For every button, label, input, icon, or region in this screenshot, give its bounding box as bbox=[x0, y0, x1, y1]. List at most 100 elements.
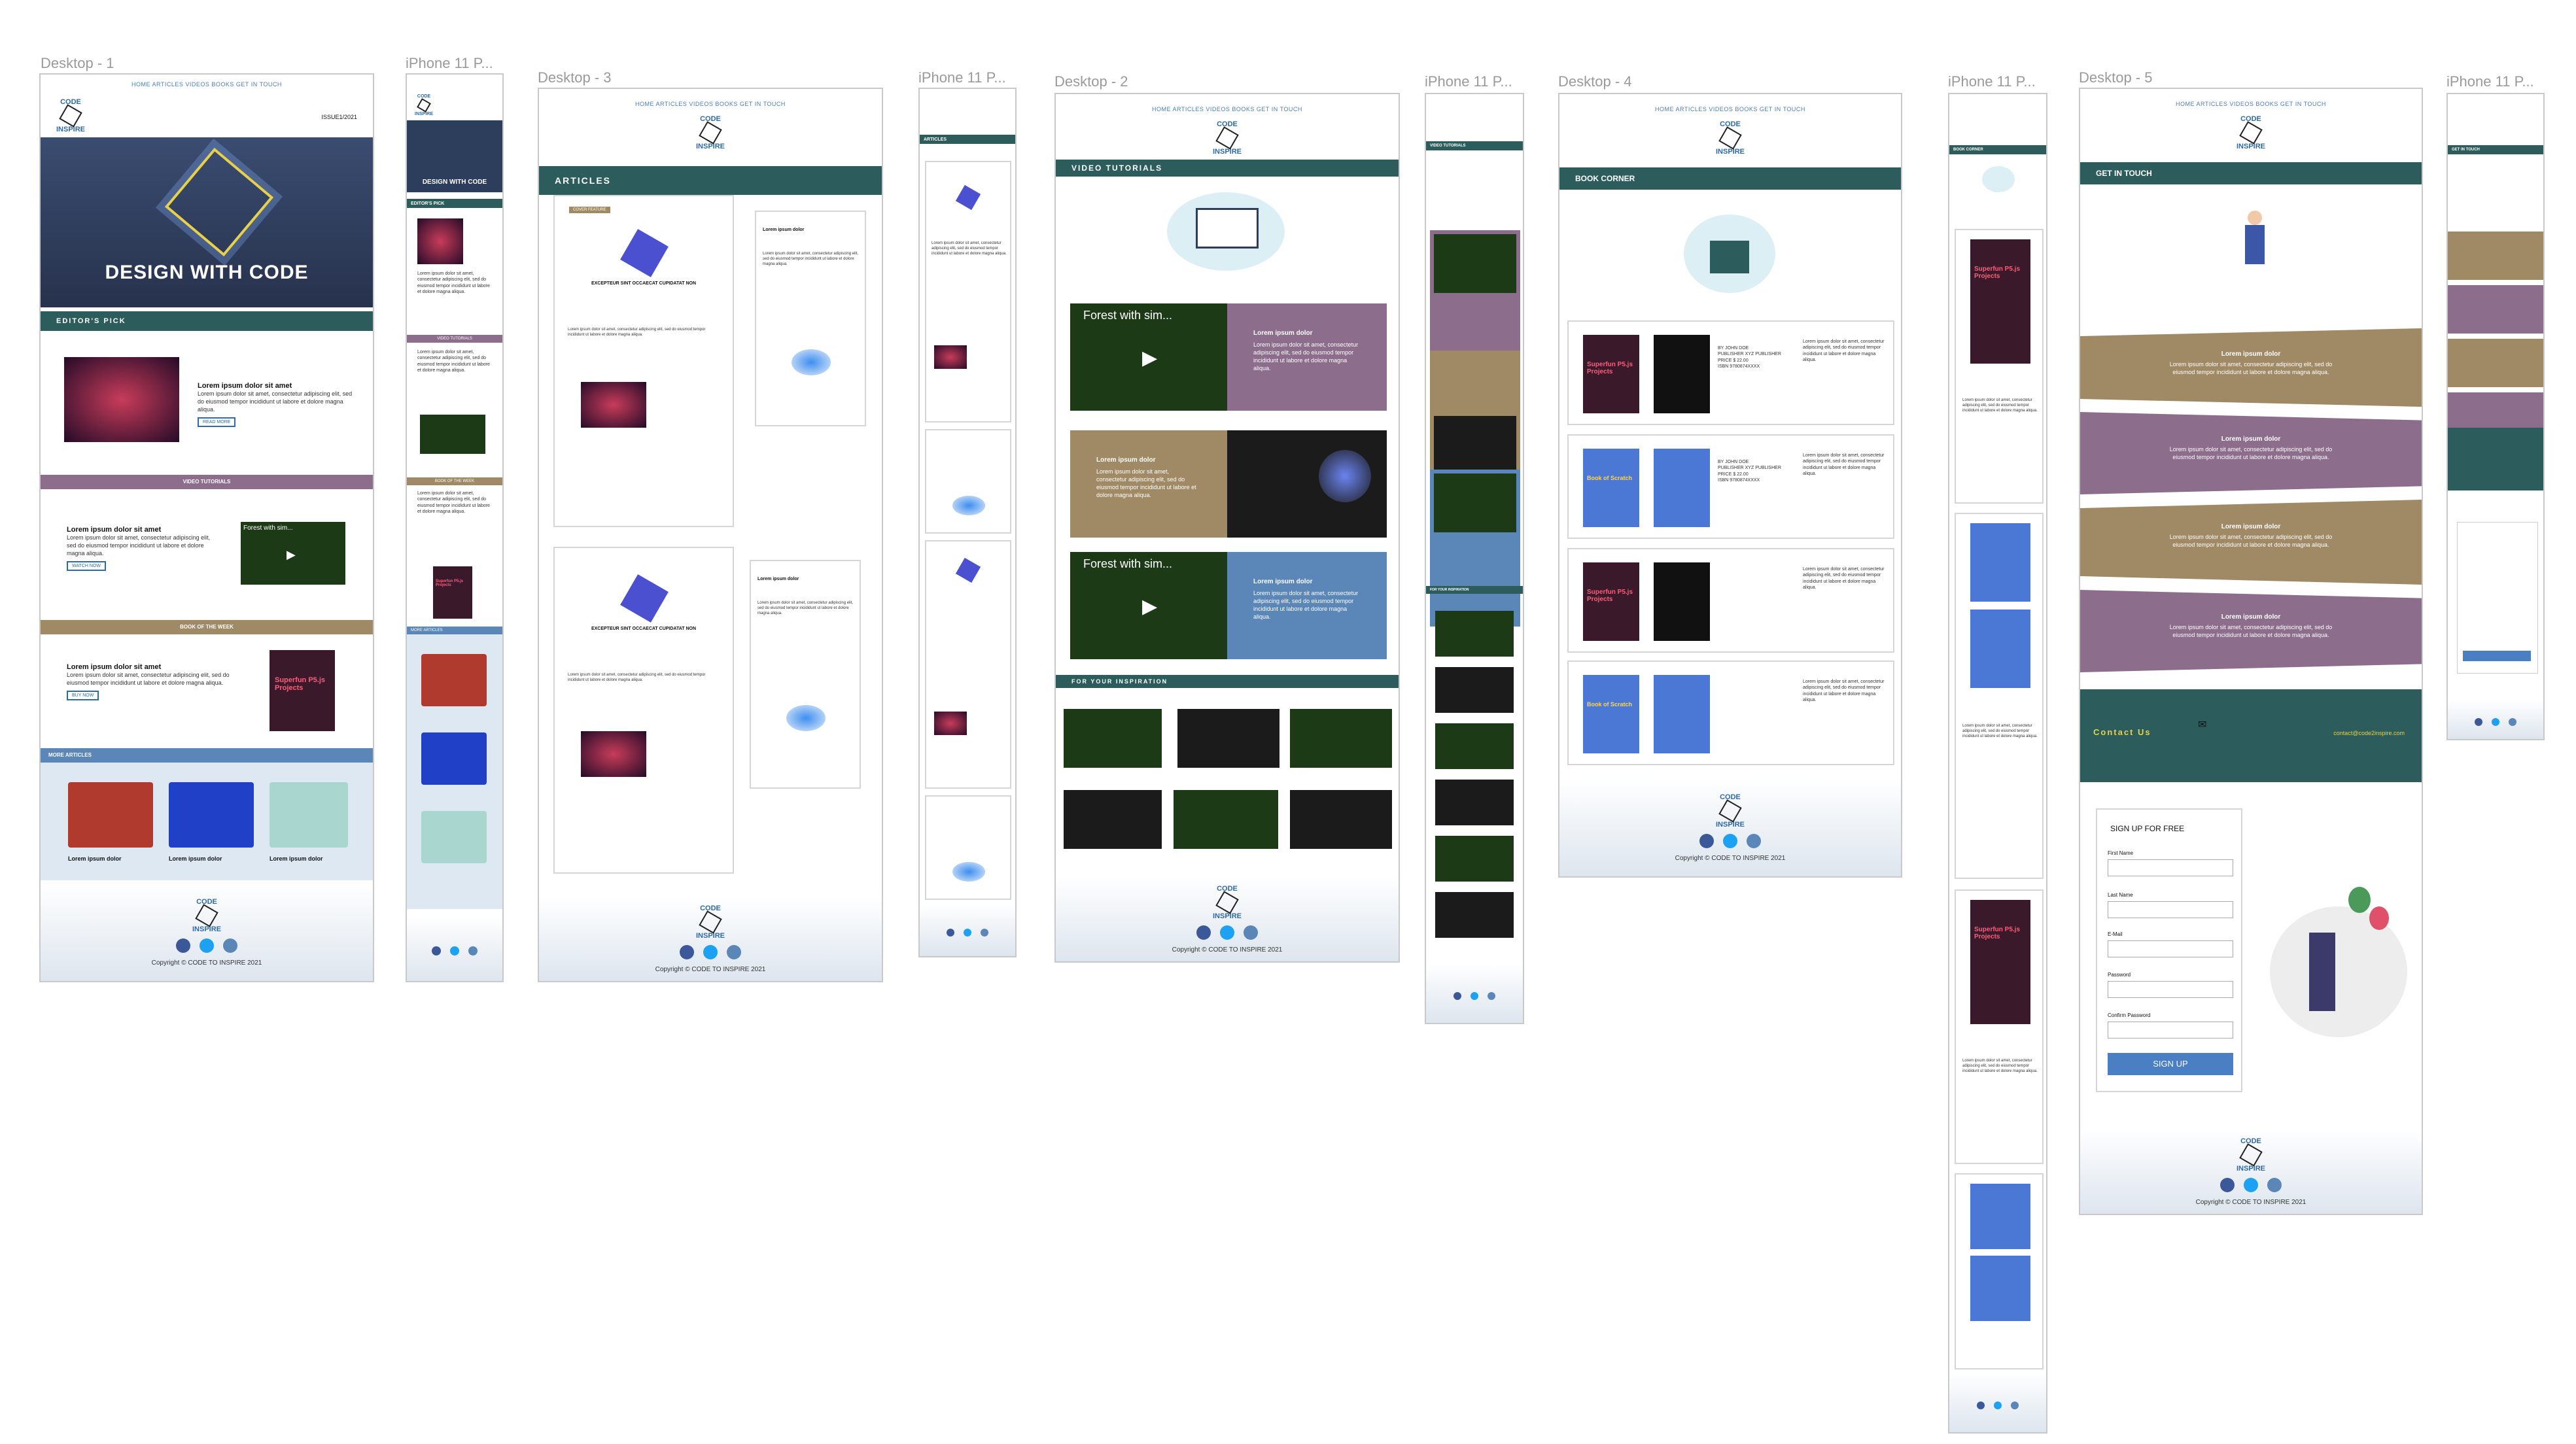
article-image-3[interactable] bbox=[421, 811, 487, 863]
book-card-3[interactable]: Superfun P5.js Projects Lorem ipsum dolo… bbox=[1567, 548, 1894, 653]
twitter-icon[interactable] bbox=[2492, 718, 2499, 726]
video-block-3[interactable] bbox=[1430, 470, 1520, 627]
twitter-icon[interactable] bbox=[964, 929, 971, 937]
facebook-icon[interactable] bbox=[2475, 718, 2482, 726]
book-card-1[interactable]: Superfun P5.js Projects Lorem ipsum dolo… bbox=[1955, 229, 2044, 504]
article-card-1[interactable]: Lorem ipsum dolor sit amet, consectetur … bbox=[925, 161, 1011, 422]
video-thumbnail-3[interactable]: Forest with sim... ▶ bbox=[1070, 552, 1227, 659]
twitter-icon[interactable] bbox=[1723, 833, 1737, 848]
twitter-icon[interactable] bbox=[200, 938, 214, 953]
facebook-icon[interactable] bbox=[176, 938, 190, 953]
article-image-2[interactable] bbox=[169, 782, 254, 848]
frame-iphone1[interactable]: CODE INSPIRE DESIGN WITH CODE EDITOR'S PI… bbox=[406, 73, 504, 982]
side-card-1[interactable] bbox=[925, 429, 1011, 534]
inspiration-thumb-2[interactable] bbox=[1177, 709, 1279, 768]
video-thumbnail[interactable] bbox=[1434, 416, 1516, 475]
video-thumbnail[interactable]: Forest with sim... ▶ bbox=[241, 522, 345, 585]
twitter-icon[interactable] bbox=[1471, 992, 1478, 1000]
last-name-input[interactable] bbox=[2108, 901, 2233, 918]
video-thumbnail[interactable] bbox=[1434, 234, 1516, 293]
footer-logo[interactable]: CODE INSPIRE bbox=[1213, 885, 1242, 920]
inspiration-thumb-4[interactable] bbox=[1064, 790, 1162, 849]
twitter-icon[interactable] bbox=[1220, 925, 1234, 940]
top-nav[interactable]: HOME ARTICLES VIDEOS BOOKS GET IN TOUCH bbox=[1056, 106, 1399, 112]
book-card-2[interactable]: Book of Scratch BY JOHN DOE PUBLISHER XYZ… bbox=[1567, 434, 1894, 539]
contact-email-link[interactable]: contact@code2inspire.com bbox=[2333, 730, 2405, 736]
facebook-icon[interactable] bbox=[1977, 1401, 1985, 1409]
facebook-icon[interactable] bbox=[1196, 925, 1211, 940]
top-nav[interactable]: HOME ARTICLES VIDEOS BOOKS GET IN TOUCH bbox=[1559, 106, 1901, 112]
instagram-icon[interactable] bbox=[1488, 992, 1495, 1000]
instagram-icon[interactable] bbox=[727, 944, 741, 959]
inspiration-thumb-6[interactable] bbox=[1435, 892, 1514, 938]
site-logo[interactable]: CODE INSPIRE bbox=[1559, 120, 1901, 156]
top-nav[interactable]: HOME ARTICLES VIDEOS BOOKS GET IN TOUCH bbox=[2080, 101, 2422, 107]
instagram-icon[interactable] bbox=[1747, 833, 1761, 848]
buy-now-button[interactable]: BUY NOW bbox=[67, 691, 99, 701]
article-card-1[interactable]: COVER FEATURE EXCEPTEUR SINT OCCAECAT CU… bbox=[553, 195, 734, 527]
site-logo[interactable]: CODE INSPIRE bbox=[2080, 115, 2422, 150]
article-card-2[interactable] bbox=[925, 540, 1011, 789]
site-logo[interactable]: CODE INSPIRE bbox=[415, 94, 433, 116]
book-card-2[interactable]: Lorem ipsum dolor sit amet, consectetur … bbox=[1955, 513, 2044, 879]
top-nav[interactable]: HOME ARTICLES VIDEOS BOOKS GET IN TOUCH bbox=[539, 101, 882, 107]
article-image-1[interactable] bbox=[68, 782, 153, 848]
article-image-2[interactable] bbox=[421, 732, 487, 785]
site-logo[interactable]: CODE INSPIRE bbox=[56, 98, 85, 133]
inspiration-thumb-6[interactable] bbox=[1290, 790, 1392, 849]
email-input[interactable] bbox=[2108, 940, 2233, 957]
read-more-button[interactable]: READ MORE bbox=[198, 417, 236, 428]
facebook-icon[interactable] bbox=[947, 929, 954, 937]
inspiration-thumb-2[interactable] bbox=[1435, 667, 1514, 713]
video-thumbnail-2[interactable] bbox=[1227, 430, 1387, 538]
frame-iphone3[interactable]: ARTICLES Lorem ipsum dolor sit amet, con… bbox=[918, 88, 1017, 957]
twitter-icon[interactable] bbox=[450, 946, 459, 955]
inspiration-thumb-1[interactable] bbox=[1064, 709, 1162, 768]
book-card-4[interactable]: Book of Scratch Lorem ipsum dolor sit am… bbox=[1567, 661, 1894, 765]
password-input[interactable] bbox=[2108, 981, 2233, 998]
frame-desktop2[interactable]: HOME ARTICLES VIDEOS BOOKS GET IN TOUCH … bbox=[1054, 93, 1400, 963]
frame-desktop3[interactable]: HOME ARTICLES VIDEOS BOOKS GET IN TOUCH … bbox=[538, 88, 883, 982]
confirm-password-input[interactable] bbox=[2108, 1022, 2233, 1039]
inspiration-thumb-1[interactable] bbox=[1435, 611, 1514, 657]
inspiration-thumb-4[interactable] bbox=[1435, 780, 1514, 825]
top-nav[interactable]: HOME ARTICLES VIDEOS BOOKS GET IN TOUCH bbox=[41, 81, 373, 88]
side-card-2[interactable] bbox=[925, 795, 1011, 900]
video-thumbnail[interactable] bbox=[1434, 473, 1516, 532]
article-card-2[interactable]: EXCEPTEUR SINT OCCAECAT CUPIDATAT NON Lo… bbox=[553, 547, 734, 874]
instagram-icon[interactable] bbox=[2509, 718, 2516, 726]
inspiration-thumb-5[interactable] bbox=[1174, 790, 1278, 849]
twitter-icon[interactable] bbox=[1994, 1401, 2002, 1409]
site-logo[interactable]: CODE INSPIRE bbox=[1056, 120, 1399, 156]
frame-iphone2[interactable]: VIDEO TUTORIALS FOR YOUR INSPIRATION bbox=[1425, 93, 1524, 1024]
play-icon[interactable]: ▶ bbox=[287, 548, 296, 562]
book-card-4[interactable] bbox=[1955, 1173, 2044, 1369]
first-name-input[interactable] bbox=[2108, 859, 2233, 876]
signup-button[interactable]: SIGN UP bbox=[2108, 1053, 2233, 1075]
footer-logo[interactable]: CODE INSPIRE bbox=[1716, 793, 1745, 829]
frame-desktop4[interactable]: HOME ARTICLES VIDEOS BOOKS GET IN TOUCH … bbox=[1558, 93, 1902, 878]
article-image-3[interactable] bbox=[270, 782, 348, 848]
book-card-3[interactable]: Superfun P5.js Projects Lorem ipsum dolo… bbox=[1955, 889, 2044, 1164]
play-icon[interactable]: ▶ bbox=[1142, 347, 1157, 370]
facebook-icon[interactable] bbox=[1699, 833, 1714, 848]
twitter-icon[interactable] bbox=[2244, 1177, 2258, 1192]
facebook-icon[interactable] bbox=[2220, 1177, 2235, 1192]
footer-logo[interactable]: CODE INSPIRE bbox=[192, 898, 221, 933]
instagram-icon[interactable] bbox=[981, 929, 988, 937]
inspiration-thumb-3[interactable] bbox=[1290, 709, 1392, 768]
frame-desktop5[interactable]: HOME ARTICLES VIDEOS BOOKS GET IN TOUCH … bbox=[2079, 88, 2423, 1215]
frame-iphone5[interactable]: GET IN TOUCH bbox=[2446, 93, 2545, 740]
video-thumbnail[interactable] bbox=[420, 415, 485, 454]
facebook-icon[interactable] bbox=[1453, 992, 1461, 1000]
instagram-icon[interactable] bbox=[2011, 1401, 2019, 1409]
frame-iphone4[interactable]: BOOK CORNER Superfun P5.js Projects Lore… bbox=[1948, 93, 2047, 1434]
footer-logo[interactable]: CODE INSPIRE bbox=[2237, 1137, 2265, 1173]
video-thumbnail-1[interactable]: Forest with sim... ▶ bbox=[1070, 303, 1227, 411]
side-card-2[interactable]: Lorem ipsum dolor Lorem ipsum dolor sit … bbox=[750, 560, 861, 789]
side-card-1[interactable]: Lorem ipsum dolor Lorem ipsum dolor sit … bbox=[755, 211, 866, 426]
play-icon[interactable]: ▶ bbox=[1142, 595, 1157, 618]
instagram-icon[interactable] bbox=[468, 946, 478, 955]
watch-now-button[interactable]: WATCH NOW bbox=[67, 561, 106, 572]
twitter-icon[interactable] bbox=[703, 944, 718, 959]
